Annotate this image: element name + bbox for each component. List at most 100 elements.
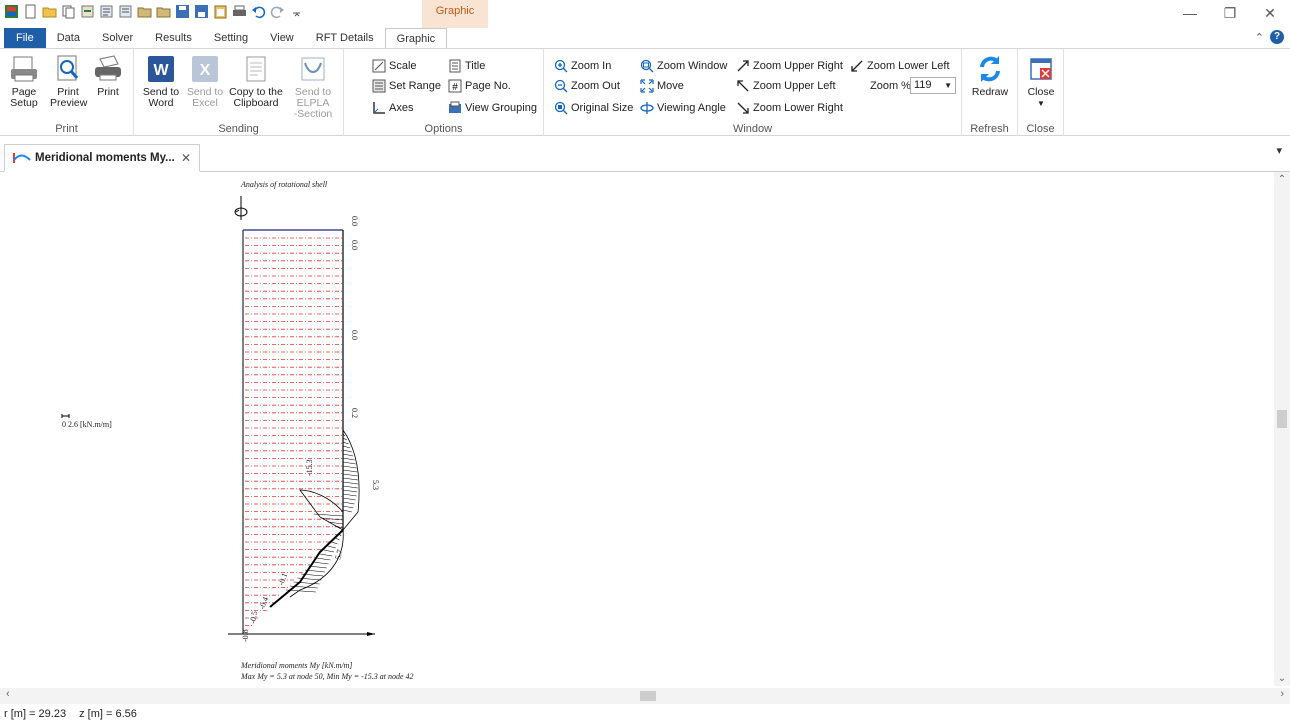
viewing-angle-icon: [640, 102, 654, 114]
send-to-excel-button[interactable]: X Send to Excel: [184, 53, 226, 109]
close-dropdown-icon: ▼: [1037, 99, 1045, 108]
zoom-in-button[interactable]: Zoom In: [554, 57, 611, 75]
send-to-excel-label: Send to Excel: [186, 86, 224, 109]
saveas-icon[interactable]: [194, 4, 209, 19]
diagram-hatch-line: [342, 481, 359, 485]
original-size-icon: [554, 101, 568, 115]
move-button[interactable]: Move: [640, 77, 684, 95]
diagram-hatch-line: [342, 453, 354, 457]
tab-data[interactable]: Data: [46, 28, 91, 48]
close-tab-icon[interactable]: ✕: [181, 151, 191, 165]
close-button[interactable]: Close ▼: [1024, 53, 1058, 109]
export2-icon[interactable]: [118, 4, 133, 19]
send-to-elpla-button[interactable]: Send to ELPLA -Section: [284, 53, 342, 120]
printer-icon: [95, 55, 121, 81]
tab-rft-details[interactable]: RFT Details: [305, 28, 385, 48]
folder-icon[interactable]: [137, 4, 152, 19]
original-size-button[interactable]: Original Size: [554, 99, 633, 117]
graphic-heading: Analysis of rotational shell: [240, 180, 328, 189]
scroll-left-icon[interactable]: ‹: [6, 688, 10, 700]
scroll-up-icon[interactable]: ⌃: [1274, 174, 1290, 185]
zoom-upper-left-button[interactable]: Zoom Upper Left: [736, 77, 836, 95]
page-setup-button[interactable]: Page Setup: [8, 53, 40, 109]
scroll-right-icon[interactable]: ›: [1280, 688, 1284, 700]
print-preview-button[interactable]: Print Preview: [50, 53, 88, 109]
ribbon: Page Setup Print Preview Print Print W S…: [0, 48, 1290, 137]
zoom-lower-right-button[interactable]: Zoom Lower Right: [736, 99, 843, 117]
import-icon[interactable]: [80, 4, 95, 19]
zoom-upper-right-button[interactable]: Zoom Upper Right: [736, 57, 843, 75]
title-label: Title: [465, 60, 486, 72]
zoom-percent-text: Zoom %: [870, 80, 911, 92]
new-icon[interactable]: [23, 4, 38, 19]
diagram-hatch-line: [342, 501, 355, 505]
value-label: -15.3: [305, 459, 314, 476]
restore-icon[interactable]: ❐: [1210, 0, 1250, 28]
svg-text:X: X: [200, 62, 211, 79]
collapse-ribbon-icon[interactable]: ⌃: [1255, 31, 1264, 44]
minimize-icon[interactable]: —: [1170, 0, 1210, 28]
title-button[interactable]: Title: [448, 57, 485, 75]
print-button[interactable]: Print: [92, 53, 124, 98]
value-label: -0.4: [257, 596, 270, 611]
horizontal-scroll-thumb[interactable]: [640, 691, 656, 701]
vertical-scrollbar[interactable]: ⌃ ⌄: [1274, 172, 1290, 686]
group-options-label: Options: [424, 123, 463, 135]
close-window-icon[interactable]: ✕: [1250, 0, 1290, 28]
folder2-icon[interactable]: [156, 4, 171, 19]
save-icon[interactable]: [175, 4, 190, 19]
tab-list-dropdown-icon[interactable]: ▾: [1276, 144, 1282, 157]
app-icon[interactable]: [4, 4, 19, 19]
view-grouping-button[interactable]: View Grouping: [448, 99, 537, 117]
graphic-canvas[interactable]: Analysis of rotational shell 0.0 0.0 0.0…: [0, 172, 1274, 686]
scale-button[interactable]: Scale: [372, 57, 417, 75]
print-icon[interactable]: [232, 4, 247, 19]
tab-file[interactable]: File: [4, 28, 46, 48]
export-icon[interactable]: [99, 4, 114, 19]
tab-results[interactable]: Results: [144, 28, 203, 48]
print-preview-label: Print Preview: [50, 86, 88, 109]
tab-setting[interactable]: Setting: [203, 28, 259, 48]
ribbon-tabs: File Data Solver Results Setting View RF…: [0, 28, 1290, 48]
scroll-down-icon[interactable]: ⌄: [1274, 673, 1290, 684]
send-to-word-button[interactable]: W Send to Word: [140, 53, 182, 109]
copy-icon[interactable]: [61, 4, 76, 19]
original-size-label: Original Size: [571, 102, 634, 114]
tab-view[interactable]: View: [259, 28, 305, 48]
value-label: 0.0: [350, 330, 359, 340]
help-icon[interactable]: ?: [1270, 30, 1284, 44]
set-range-button[interactable]: Set Range: [372, 77, 441, 95]
scale-icon: [372, 59, 386, 73]
redo-icon[interactable]: [270, 4, 285, 19]
copy-to-clipboard-button[interactable]: Copy to the Clipboard: [228, 53, 284, 109]
diagram-hatch-line: [327, 545, 336, 549]
value-label: 5.7: [333, 549, 344, 561]
clipboard-icon[interactable]: [213, 4, 228, 19]
diagram-hatch-line: [342, 465, 357, 469]
document-tab[interactable]: Meridional moments My... ✕: [4, 144, 200, 172]
viewing-angle-button[interactable]: Viewing Angle: [640, 99, 726, 117]
tab-graphic[interactable]: Graphic: [384, 28, 448, 48]
elpla-section-icon: [301, 57, 325, 81]
zoom-window-button[interactable]: Zoom Window: [640, 57, 727, 75]
diagram-hatch-line: [338, 533, 342, 537]
zoom-out-button[interactable]: Zoom Out: [554, 77, 620, 95]
axes-button[interactable]: Axes: [372, 99, 413, 117]
redraw-button[interactable]: Redraw: [968, 53, 1012, 98]
value-label: -0.8: [241, 629, 250, 642]
zoom-percent-select[interactable]: 119 ▼: [910, 77, 956, 94]
group-close-label: Close: [1026, 123, 1055, 135]
arrow-lower-right-icon: [737, 102, 749, 114]
tab-solver[interactable]: Solver: [91, 28, 144, 48]
page-no-button[interactable]: # Page No.: [448, 77, 511, 95]
customize-icon[interactable]: [289, 4, 304, 19]
zoom-lower-left-button[interactable]: Zoom Lower Left: [850, 57, 950, 75]
open-icon[interactable]: [42, 4, 57, 19]
undo-icon[interactable]: [251, 4, 266, 19]
diagram-hatch-line: [342, 457, 355, 461]
group-sending-label: Sending: [218, 123, 259, 135]
vertical-scroll-thumb[interactable]: [1277, 410, 1287, 428]
group-options: Scale Set Range Axes Title # Page No. Vi…: [344, 49, 544, 137]
horizontal-scrollbar[interactable]: ‹ ›: [0, 688, 1290, 704]
redraw-icon: [980, 56, 1000, 82]
